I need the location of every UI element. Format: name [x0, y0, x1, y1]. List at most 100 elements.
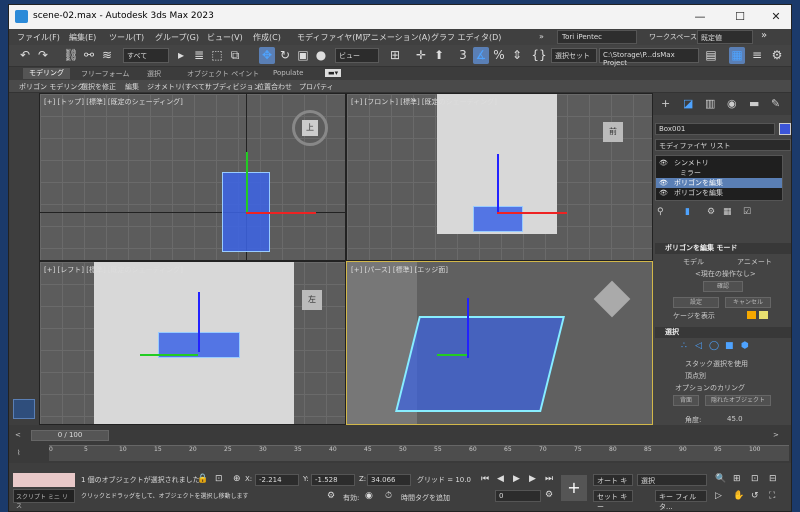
create-tab-icon[interactable]: + [661, 97, 670, 110]
object-name-field[interactable]: Box001 [655, 123, 775, 135]
select-manipulate-icon[interactable]: ✛ [413, 47, 429, 64]
minimize-button[interactable]: — [685, 7, 715, 27]
tab-selection[interactable]: 選択 [147, 69, 161, 79]
viewport-top[interactable]: [+] [トップ] [標準] [既定のシェーディング] 上 [39, 93, 346, 261]
menu-modifiers[interactable]: モディファイヤ(M) [297, 32, 365, 43]
zoom-extents-all-icon[interactable]: ⊟ [769, 474, 777, 484]
snap-toggle-icon[interactable]: 3 [455, 47, 471, 64]
settings-button[interactable]: 設定 [673, 297, 719, 308]
subtab-polygon-modeling[interactable]: ポリゴン モデリング [19, 82, 84, 92]
gizmo-x-axis[interactable] [497, 212, 567, 214]
display-tab-icon[interactable]: ▬ [749, 97, 759, 110]
menu-file[interactable]: ファイル(F) [17, 32, 60, 43]
subtab-geometry-all[interactable]: ジオメトリ(すべて) [147, 82, 208, 92]
time-config-icon[interactable]: ⚙ [545, 490, 553, 500]
modifier-list-dropdown[interactable]: モディファイヤ リスト [655, 139, 791, 151]
adaptive-degradation-icon[interactable]: ◉ [365, 491, 373, 501]
vertex-icon[interactable]: ∴ [681, 341, 687, 351]
menu-graph-editors[interactable]: グラフ エディタ(D) [431, 32, 501, 43]
tab-modeling[interactable]: モデリング [23, 68, 70, 79]
x-coordinate-field[interactable]: -2.214 [255, 474, 299, 486]
fov-icon[interactable]: ▷ [715, 491, 722, 501]
redo-icon[interactable]: ↷ [35, 47, 51, 64]
cancel-button[interactable]: キャンセル [725, 297, 771, 308]
close-button[interactable]: ✕ [761, 7, 791, 27]
move-icon[interactable]: ✥ [259, 47, 275, 64]
element-icon[interactable]: ⬢ [741, 341, 749, 351]
toggle-ribbon-icon[interactable]: ≡ [749, 47, 765, 64]
tab-populate[interactable]: Populate [273, 69, 303, 77]
workspace-dropdown[interactable]: 既定値 [697, 30, 753, 44]
zoom-extents-icon[interactable]: ⊡ [751, 474, 759, 484]
viewport-label[interactable]: [+] [レフト] [標準] [既定のシェーディング] [44, 265, 183, 275]
time-tag-icon[interactable]: ⏱ [385, 491, 392, 501]
hidden-objects-button[interactable]: 隠れたオブジェクト [705, 395, 771, 406]
prev-icon[interactable]: < [15, 431, 21, 439]
show-end-result-icon[interactable]: ▮ [685, 207, 690, 217]
absolute-mode-icon[interactable]: ⊕ [233, 474, 241, 484]
more-menu-icon[interactable]: » [761, 30, 767, 41]
selection-rollout[interactable]: 選択 [655, 327, 791, 338]
cage-color-swatch[interactable] [747, 311, 756, 319]
modify-tab-icon[interactable]: ◪ [683, 97, 693, 110]
remove-modifier-icon[interactable]: ▦ [723, 207, 732, 217]
viewcube-face[interactable]: 前 [603, 122, 623, 142]
viewport-label[interactable]: [+] [パース] [標準] [エッジ面] [351, 265, 448, 275]
place-icon[interactable]: ● [313, 47, 329, 64]
orbit-icon[interactable]: ↺ [751, 491, 759, 501]
stack-item-mirror[interactable]: ミラー [656, 168, 782, 178]
stack-item-edit-poly-1[interactable]: 👁 ポリゴンを編集 [656, 178, 782, 188]
rect-selection-icon[interactable]: ⬚ [209, 47, 225, 64]
select-object-icon[interactable]: ▸ [173, 47, 189, 64]
viewport-label[interactable]: [+] [フロント] [標準] [既定のシェーディング] [351, 97, 497, 107]
menu-group[interactable]: グループ(G) [155, 32, 199, 43]
menu-animation[interactable]: アニメーション(A) [363, 32, 430, 43]
viewport-layout-icon[interactable] [13, 399, 35, 419]
key-filter-button[interactable]: キー フィルタ... [655, 490, 707, 511]
use-stack-selection-checkbox[interactable]: スタック選択を使用 [685, 359, 748, 369]
pan-icon[interactable]: ✋ [733, 491, 744, 501]
user-account-dropdown[interactable]: Tori iPentec [557, 30, 637, 44]
object-color-swatch[interactable] [779, 123, 791, 135]
pin-icon[interactable]: ⚲ [657, 207, 664, 217]
gizmo-z-axis[interactable] [198, 292, 200, 352]
viewcube-face[interactable]: 左 [302, 290, 322, 310]
gizmo-y-axis[interactable] [246, 152, 248, 212]
viewcube-face[interactable]: 上 [302, 120, 318, 136]
tab-freeform[interactable]: フリーフォーム [81, 69, 129, 79]
next-icon[interactable]: > [773, 431, 779, 439]
tab-object-paint[interactable]: オブジェクト ペイント [187, 69, 259, 79]
viewport-label[interactable]: [+] [トップ] [標準] [既定のシェーディング] [44, 97, 183, 107]
menu-view[interactable]: ビュー(V) [207, 32, 243, 43]
time-track[interactable]: 0 5 10 15 20 25 30 35 40 45 50 55 60 65 … [49, 445, 789, 461]
menu-create[interactable]: 作成(C) [253, 32, 281, 43]
motion-tab-icon[interactable]: ◉ [727, 97, 737, 110]
selection-filter-dropdown[interactable]: すべて [123, 48, 169, 63]
backface-button[interactable]: 背面 [673, 395, 699, 406]
save-icon[interactable]: ▦ [729, 47, 745, 64]
viewcube[interactable] [593, 280, 631, 318]
unlink-icon[interactable]: ⚯ [81, 47, 97, 64]
menu-tools[interactable]: ツール(T) [109, 32, 144, 43]
bind-space-warp-icon[interactable]: ≋ [99, 47, 115, 64]
gizmo-z-axis[interactable] [467, 298, 469, 358]
eye-icon[interactable]: 👁 [659, 188, 668, 198]
gizmo-y-axis[interactable] [140, 354, 198, 356]
by-vertex-checkbox[interactable]: 頂点別 [685, 371, 706, 381]
pivot-center-icon[interactable]: ⊞ [387, 47, 403, 64]
key-selection-dropdown[interactable]: 選択 [637, 474, 707, 486]
show-cage-checkbox[interactable]: ケージを表示 [673, 311, 715, 321]
maximize-viewport-icon[interactable]: ⛶ [769, 491, 775, 501]
window-crossing-icon[interactable]: ⧉ [227, 47, 243, 64]
goto-start-icon[interactable]: ⏮ [481, 474, 489, 484]
settings-icon[interactable]: ⚙ [769, 47, 785, 64]
time-slider[interactable]: 0 / 100 [31, 430, 109, 441]
angle-snap-icon[interactable]: ∡ [473, 47, 489, 64]
hierarchy-tab-icon[interactable]: ▥ [705, 97, 715, 110]
model-radio[interactable]: モデル [683, 257, 704, 267]
gizmo-x-axis[interactable] [246, 212, 316, 214]
set-key-button[interactable]: セット キー [593, 490, 633, 511]
configure-sets-icon[interactable]: ☑ [743, 207, 751, 217]
gizmo-z-axis[interactable] [497, 154, 499, 214]
add-time-tag[interactable]: 時間タグを追加 [401, 493, 450, 503]
